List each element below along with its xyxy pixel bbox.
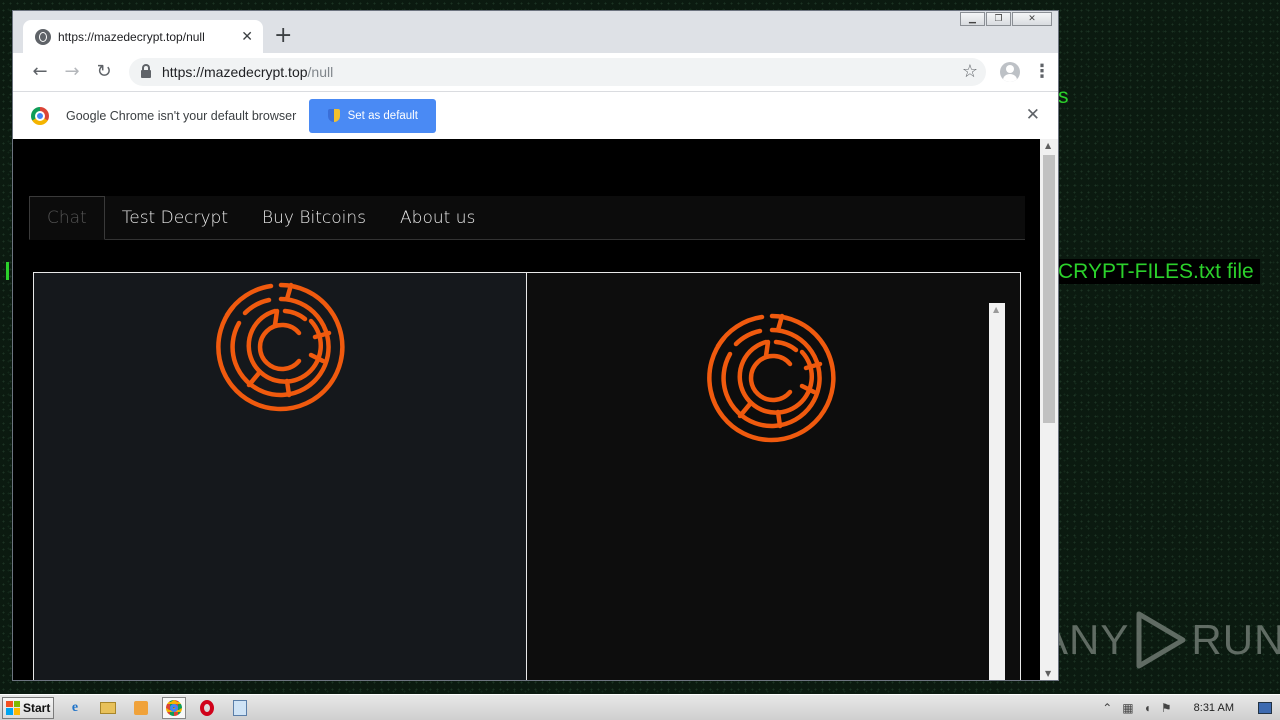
reload-icon[interactable]: ↻ (89, 62, 119, 82)
file-explorer-icon[interactable] (96, 697, 120, 719)
show-hidden-icons-icon[interactable]: ⌃ (1102, 701, 1112, 715)
set-as-default-label: Set as default (347, 109, 418, 122)
browser-tab[interactable]: https://mazedecrypt.top/null ✕ (23, 20, 263, 53)
scroll-down-icon[interactable]: ▼ (1045, 669, 1051, 678)
url-path: /null (307, 64, 334, 80)
new-tab-button[interactable]: + (274, 25, 292, 47)
chrome-taskbar-icon[interactable] (162, 696, 186, 719)
page-scrollbar[interactable]: ▲ ▼ (1040, 139, 1058, 680)
uac-shield-icon (327, 109, 340, 122)
infobar-message: Google Chrome isn't your default browser (66, 108, 297, 123)
desktop-ransom-note-text: CRYPT-FILES.txt file (1058, 259, 1260, 284)
scroll-up-icon[interactable]: ▲ (1045, 141, 1051, 150)
address-bar[interactable]: https://mazedecrypt.top/null ☆ (129, 58, 986, 86)
nav-tab-buy-bitcoins[interactable]: Buy Bitcoins (245, 196, 383, 239)
url-text[interactable]: https://mazedecrypt.top/null (162, 64, 333, 80)
chrome-menu-icon[interactable]: ⋮ (1033, 63, 1051, 81)
lock-icon[interactable] (141, 64, 151, 78)
bookmark-star-icon[interactable]: ☆ (962, 61, 978, 82)
network-icon[interactable]: ▦ (1122, 701, 1133, 715)
volume-icon[interactable]: ◖ (1144, 701, 1151, 715)
windows-logo-icon (6, 700, 20, 715)
show-desktop-icon[interactable] (1258, 701, 1272, 714)
forward-arrow-icon[interactable]: → (57, 62, 87, 82)
tab-close-icon[interactable]: ✕ (241, 29, 253, 45)
start-label: Start (23, 700, 51, 715)
profile-avatar-icon[interactable] (1000, 62, 1020, 82)
desktop-text-fragment: s (1058, 85, 1069, 108)
right-panel: ▲ (527, 273, 1020, 680)
nav-tab-test-decrypt[interactable]: Test Decrypt (105, 196, 245, 239)
url-host: https://mazedecrypt.top (162, 64, 308, 80)
tab-title: https://mazedecrypt.top/null (58, 29, 205, 44)
action-center-flag-icon[interactable]: ⚑ (1161, 701, 1172, 715)
page-viewport: Chat Test Decrypt Buy Bitcoins About us (13, 139, 1040, 680)
play-logo-icon (1136, 611, 1186, 669)
maze-logo-icon (707, 313, 836, 443)
window-controls: ▁ ❐ ✕ (960, 12, 1052, 26)
taskbar-clock[interactable]: 8:31 AM (1194, 702, 1234, 714)
internet-explorer-icon[interactable]: e (63, 697, 87, 719)
nav-tab-chat[interactable]: Chat (29, 196, 105, 240)
media-player-icon[interactable] (129, 697, 153, 719)
browser-toolbar: ← → ↻ https://mazedecrypt.top/null ☆ ⋮ (13, 53, 1058, 91)
start-button[interactable]: Start (2, 696, 54, 719)
chrome-window: ▁ ❐ ✕ https://mazedecrypt.top/null ✕ + ←… (12, 10, 1059, 681)
scroll-up-icon[interactable]: ▲ (993, 305, 999, 314)
scrollbar-thumb[interactable] (1043, 155, 1055, 423)
notepad-icon[interactable] (228, 697, 252, 719)
desktop-text-fragment-bar (6, 262, 9, 280)
windows-taskbar: Start e ⌃ ▦ ◖ ⚑ 8:31 AM (0, 694, 1280, 720)
panel-scrollbar[interactable]: ▲ (989, 303, 1005, 680)
site-navbar: Chat Test Decrypt Buy Bitcoins About us (29, 196, 1025, 240)
nav-tab-about-us[interactable]: About us (383, 196, 492, 239)
minimize-button[interactable]: ▁ (960, 12, 985, 26)
watermark-text-run: RUN (1191, 616, 1280, 663)
opera-icon[interactable] (195, 697, 219, 719)
infobar-close-icon[interactable]: ✕ (1026, 105, 1040, 125)
close-window-button[interactable]: ✕ (1012, 12, 1052, 26)
globe-icon (35, 28, 51, 45)
content-panels: ▲ (33, 272, 1021, 680)
chrome-logo-icon (31, 106, 49, 125)
set-as-default-button[interactable]: Set as default (309, 98, 437, 133)
anyrun-watermark: ANY RUN (1040, 610, 1280, 670)
default-browser-infobar: Google Chrome isn't your default browser… (13, 91, 1058, 139)
maze-logo-icon (216, 282, 345, 412)
maximize-button[interactable]: ❐ (986, 12, 1011, 26)
back-arrow-icon[interactable]: ← (25, 62, 55, 82)
system-tray: ⌃ ▦ ◖ ⚑ 8:31 AM (1102, 701, 1280, 715)
left-panel (34, 273, 527, 680)
